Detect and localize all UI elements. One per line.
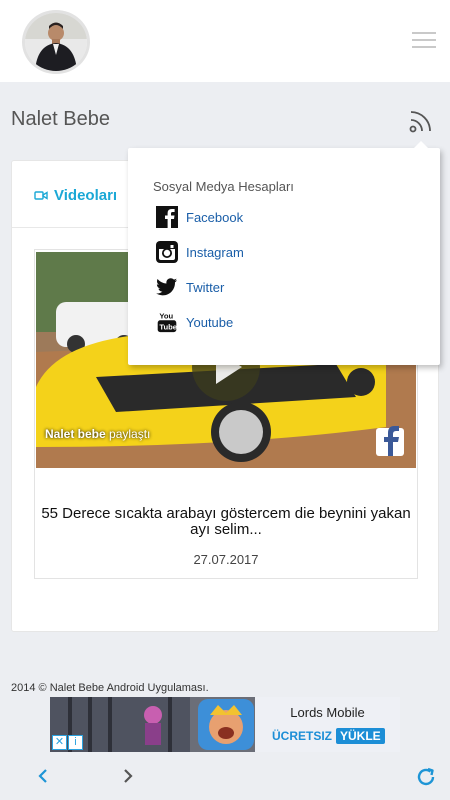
overlay-author: Nalet bebe [45,427,106,441]
dropdown-item-label: Youtube [186,314,234,330]
ad-info-icon[interactable]: i [68,735,83,750]
facebook-icon [156,206,178,228]
video-share-overlay: Nalet bebe paylaştı [45,427,150,441]
tab-videos-label: Videoları [54,187,118,204]
overlay-action: paylaştı [109,427,151,441]
profile-avatar[interactable] [22,10,90,74]
menu-hamburger-icon[interactable] [412,32,436,50]
dropdown-item-twitter[interactable]: Twitter [156,274,224,300]
browser-nav-bar [0,752,450,800]
dropdown-item-youtube[interactable]: You Tube Youtube [156,309,233,335]
page-title: Nalet Bebe [11,108,110,130]
video-title[interactable]: 55 Derece sıcakta arabayı göstercem die … [35,506,417,538]
instagram-icon [156,241,178,263]
social-media-dropdown: Sosyal Medya Hesapları Facebook Instagra… [128,141,440,365]
chevron-left-icon [38,769,47,783]
dropdown-item-label: Twitter [186,279,225,295]
refresh-button[interactable] [415,766,435,786]
ad-controls: ✕ i [52,735,83,750]
ad-cta-install: YÜKLE [336,728,385,744]
video-date: 27.07.2017 [193,552,259,567]
ad-banner[interactable]: ✕ i Lords Mobile ÜCRETSIZ YÜKLE [50,697,400,752]
tab-videos[interactable]: Videoları [34,187,117,204]
ad-install-button[interactable]: ÜCRETSIZ YÜKLE [272,728,385,744]
dropdown-item-label: Instagram [186,244,244,260]
copyright-text: 2014 © Nalet Bebe Android Uygulaması. [11,682,209,694]
rss-icon[interactable] [408,108,434,134]
dropdown-header: Sosyal Medya Hesapları [153,179,294,194]
dropdown-item-facebook[interactable]: Facebook [156,204,243,230]
dropdown-item-instagram[interactable]: Instagram [156,239,244,265]
twitter-icon [156,278,178,296]
ad-title: Lords Mobile [290,705,365,720]
video-camera-icon [34,191,48,200]
svg-text:You: You [159,312,173,321]
refresh-icon [417,767,435,786]
top-header [0,0,450,82]
chevron-right-icon [124,769,133,783]
svg-text:Tube: Tube [159,323,177,332]
forward-button[interactable] [117,766,137,786]
ad-close-icon[interactable]: ✕ [52,735,67,750]
ad-cta-free: ÜCRETSIZ [272,729,332,743]
dropdown-item-label: Facebook [186,209,244,225]
back-button[interactable] [34,766,54,786]
youtube-icon: You Tube [157,312,177,333]
